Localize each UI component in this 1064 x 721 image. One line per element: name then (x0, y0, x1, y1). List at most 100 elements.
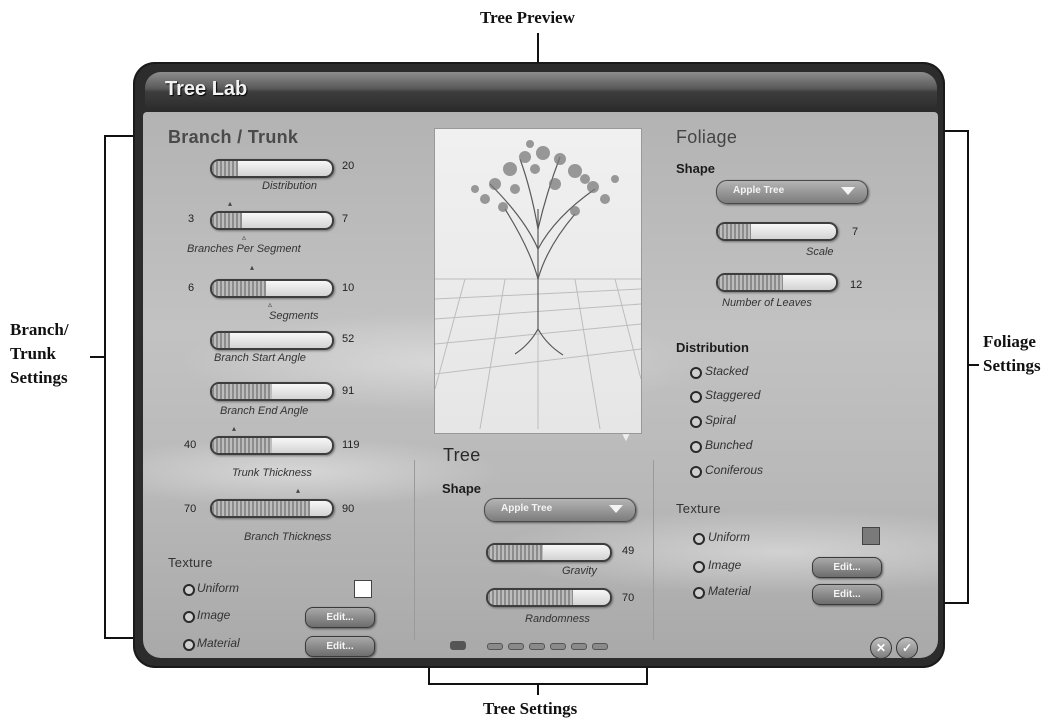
scale-value: 7 (852, 226, 859, 238)
callout-tree-settings: Tree Settings (483, 699, 578, 718)
foliage-texture-uniform-label: Uniform (708, 530, 751, 544)
segments-max-value: 10 (342, 282, 355, 294)
segments-label: Segments (269, 310, 319, 322)
dist-bunched-radio[interactable] (690, 441, 702, 453)
branch-end-angle-slider[interactable] (210, 382, 334, 401)
branch-texture-image-radio[interactable] (183, 611, 195, 623)
branch-thick-max-value: 90 (342, 503, 355, 515)
callout-foliage-settings: Foliage Settings (983, 330, 1041, 378)
segments-max-marker[interactable]: ▵ (268, 300, 272, 309)
dist-bunched-label: Bunched (705, 438, 753, 452)
branch-thickness-slider[interactable] (210, 499, 334, 518)
dist-coniferous-label: Coniferous (705, 463, 764, 477)
segments-min-marker[interactable]: ▴ (250, 263, 254, 272)
randomness-slider[interactable] (486, 588, 612, 607)
number-of-leaves-slider[interactable] (716, 273, 838, 292)
branch-material-edit-button[interactable]: Edit... (305, 636, 375, 657)
branches-max-marker[interactable]: ▵ (242, 233, 246, 242)
trunk-thickness-label: Trunk Thickness (232, 467, 312, 479)
distribution-label: Distribution (262, 180, 318, 192)
tree-shape-value: Apple Tree (501, 503, 553, 514)
branch-thick-min-marker[interactable]: ▴ (296, 486, 300, 495)
branch-texture-material-label: Material (197, 636, 240, 650)
branches-per-segment-slider[interactable] (210, 211, 334, 230)
branches-max-value: 7 (342, 213, 349, 225)
branch-texture-uniform-radio[interactable] (183, 584, 195, 596)
dist-coniferous-radio[interactable] (690, 466, 702, 478)
cancel-button[interactable]: ✕ (870, 637, 892, 659)
trunk-thickness-slider[interactable] (210, 436, 334, 455)
tree-shape-label: Shape (442, 481, 482, 496)
foliage-shape-value: Apple Tree (733, 185, 785, 196)
branch-image-edit-button[interactable]: Edit... (305, 607, 375, 628)
segments-slider[interactable] (210, 279, 334, 298)
branches-min-marker[interactable]: ▴ (228, 199, 232, 208)
gravity-value: 49 (622, 545, 635, 557)
tree-preview[interactable] (434, 128, 642, 434)
callout-branch-line1: Branch/ (10, 320, 69, 339)
dist-stacked-radio[interactable] (690, 367, 702, 379)
segments-min-value: 6 (188, 282, 195, 294)
callout-tree-preview: Tree Preview (480, 8, 575, 27)
tree-shape-dropdown[interactable]: Apple Tree (484, 498, 636, 522)
trunk-min-marker[interactable]: ▴ (232, 424, 236, 433)
foliage-image-edit-button[interactable]: Edit... (812, 557, 882, 578)
tree-page-1[interactable] (450, 641, 466, 650)
gravity-slider[interactable] (486, 543, 612, 562)
tree-page-5[interactable] (550, 643, 566, 650)
trunk-max-value: 119 (342, 439, 360, 451)
tree-shape-chevron-down-icon (609, 505, 623, 513)
dist-spiral-radio[interactable] (690, 416, 702, 428)
title-bar[interactable] (145, 72, 937, 108)
branch-texture-material-radio[interactable] (183, 639, 195, 651)
randomness-value: 70 (622, 592, 635, 604)
dist-staggered-radio[interactable] (690, 391, 702, 403)
branch-texture-image-label: Image (197, 608, 231, 622)
close-icon: ✕ (875, 641, 887, 655)
foliage-texture-image-label: Image (708, 558, 742, 572)
distribution-heading: Distribution (676, 340, 749, 355)
foliage-material-edit-button[interactable]: Edit... (812, 584, 882, 605)
branch-texture-heading: Texture (168, 555, 213, 570)
tree-page-6[interactable] (571, 643, 587, 650)
branch-thick-min-value: 70 (184, 503, 197, 515)
callout-branch-trunk-settings: Branch/ Trunk Settings (10, 318, 69, 390)
ok-button[interactable]: ✓ (896, 637, 918, 659)
foliage-texture-image-radio[interactable] (693, 561, 705, 573)
dist-staggered-label: Staggered (705, 388, 761, 402)
number-of-leaves-value: 12 (850, 279, 863, 291)
right-divider (653, 460, 654, 640)
distribution-slider[interactable] (210, 159, 334, 178)
branch-thick-max-marker[interactable]: ▵ (318, 534, 322, 543)
number-of-leaves-label: Number of Leaves (722, 297, 812, 309)
callout-branch-line2: Trunk (10, 344, 56, 363)
tree-preview-canvas (434, 140, 642, 430)
foliage-texture-heading: Texture (676, 501, 721, 516)
branch-trunk-heading: Branch / Trunk (168, 127, 299, 147)
branches-per-segment-label: Branches Per Segment (187, 243, 301, 255)
scale-label: Scale (806, 246, 834, 258)
branch-start-angle-value: 52 (342, 333, 355, 345)
foliage-shape-dropdown[interactable]: Apple Tree (716, 180, 868, 204)
branch-uniform-color-swatch[interactable] (354, 580, 372, 598)
scale-slider[interactable] (716, 222, 838, 241)
foliage-texture-material-label: Material (708, 584, 751, 598)
branch-texture-uniform-label: Uniform (197, 581, 240, 595)
dist-stacked-label: Stacked (705, 364, 749, 378)
tree-page-3[interactable] (508, 643, 524, 650)
branch-end-angle-value: 91 (342, 385, 355, 397)
callout-foliage-line2: Settings (983, 356, 1041, 375)
branch-start-angle-slider[interactable] (210, 331, 334, 350)
foliage-uniform-color-swatch[interactable] (862, 527, 880, 545)
foliage-texture-uniform-radio[interactable] (693, 533, 705, 545)
checkmark-icon: ✓ (901, 641, 913, 655)
tree-page-7[interactable] (592, 643, 608, 650)
dist-spiral-label: Spiral (705, 413, 736, 427)
tree-page-4[interactable] (529, 643, 545, 650)
foliage-texture-material-radio[interactable] (693, 587, 705, 599)
preview-collapse-icon[interactable]: ▼ (620, 430, 632, 444)
window-title: Tree Lab (165, 78, 248, 100)
foliage-shape-label: Shape (676, 161, 716, 176)
callout-foliage-line1: Foliage (983, 332, 1036, 351)
tree-page-2[interactable] (487, 643, 503, 650)
